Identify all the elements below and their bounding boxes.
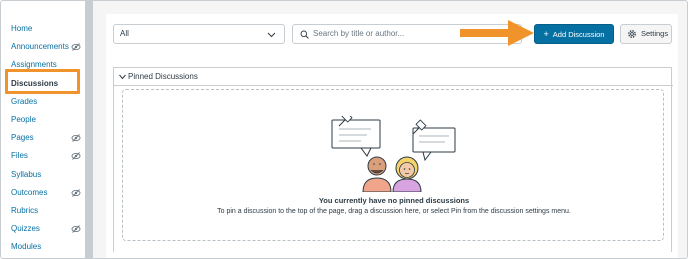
settings-label: Settings — [641, 29, 669, 38]
nav-item-label: People — [11, 114, 36, 124]
add-discussion-button[interactable]: + Add Discussion — [534, 24, 614, 44]
nav-item-label: Home — [11, 24, 33, 33]
main-content-area: All Search by title or author... + Add Di… — [93, 1, 687, 258]
sidebar-divider — [85, 1, 93, 258]
pinned-discussions-illustration — [331, 116, 456, 192]
search-placeholder: Search by title or author... — [313, 29, 405, 38]
hidden-eye-icon — [71, 43, 81, 52]
gear-icon — [628, 30, 636, 38]
hidden-eye-icon — [71, 152, 81, 161]
settings-button[interactable]: Settings — [620, 24, 672, 44]
discussions-highlight-annotation — [5, 69, 80, 94]
chevron-down-icon — [267, 32, 276, 38]
nav-item-label: Files — [11, 151, 28, 161]
pinned-discussions-toggle[interactable]: Pinned Discussions — [114, 68, 673, 86]
nav-item-outcomes[interactable]: Outcomes — [11, 184, 85, 202]
course-nav-list: Home Announcements Assignments Discussio… — [11, 20, 85, 256]
nav-item-label: Syllabus — [11, 169, 42, 179]
nav-item-people[interactable]: People — [11, 111, 85, 129]
empty-state-description: To pin a discussion to the top of the pa… — [217, 208, 571, 215]
empty-state-title: You currently have no pinned discussions — [318, 196, 470, 205]
nav-item-label: Pages — [11, 133, 34, 143]
search-icon — [300, 30, 309, 39]
nav-item-grades[interactable]: Grades — [11, 93, 85, 111]
course-navigation: Home Announcements Assignments Discussio… — [1, 1, 93, 258]
caret-down-icon — [119, 74, 126, 80]
filter-value: All — [120, 29, 129, 38]
canvas-discussions-page: Home Announcements Assignments Discussio… — [0, 0, 688, 259]
person-avatar-male — [362, 156, 392, 192]
add-discussion-label: Add Discussion — [552, 30, 605, 39]
nav-item-label: Grades — [11, 96, 38, 106]
nav-item-quizzes[interactable]: Quizzes — [11, 220, 85, 238]
person-avatar-female — [392, 156, 422, 192]
hidden-eye-icon — [71, 188, 81, 197]
nav-item-home[interactable]: Home — [11, 20, 85, 38]
nav-item-label: Outcomes — [11, 187, 48, 197]
nav-item-rubrics[interactable]: Rubrics — [11, 202, 85, 220]
nav-item-label: Quizzes — [11, 224, 40, 234]
nav-item-label: Rubrics — [11, 205, 39, 215]
nav-item-modules[interactable]: Modules — [11, 238, 85, 256]
nav-item-pages[interactable]: Pages — [11, 129, 85, 147]
plus-icon: + — [543, 29, 549, 39]
nav-item-syllabus[interactable]: Syllabus — [11, 166, 85, 184]
nav-item-files[interactable]: Files — [11, 147, 85, 165]
pinned-drop-zone[interactable]: You currently have no pinned discussions… — [122, 89, 664, 241]
discussion-filter-select[interactable]: All — [113, 24, 285, 44]
hidden-eye-icon — [71, 134, 81, 142]
nav-item-announcements[interactable]: Announcements — [11, 38, 85, 56]
nav-item-label: Announcements — [11, 42, 69, 52]
pointer-arrow-annotation — [460, 20, 534, 46]
pinned-header-label: Pinned Discussions — [128, 72, 198, 81]
nav-item-label: Modules — [11, 242, 42, 252]
hidden-eye-icon — [71, 225, 81, 233]
